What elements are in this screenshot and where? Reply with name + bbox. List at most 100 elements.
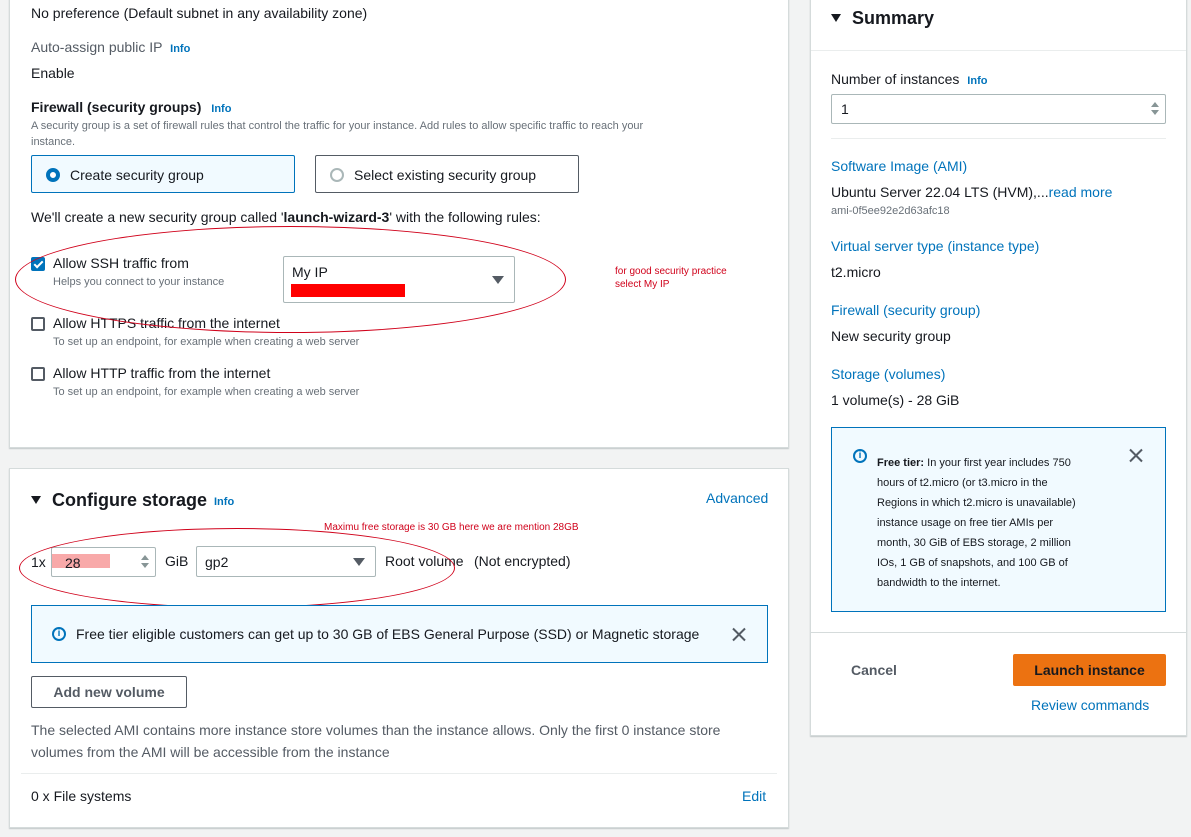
free-tier-line: IOs, 1 GB of snapshots, and 100 GB of [877,557,1068,569]
free-tier-summary-alert: i Free tier: In your first year includes… [831,427,1166,612]
encryption-status: (Not encrypted) [474,553,571,569]
free-tier-line: instance usage on free tier AMIs per [877,517,1054,529]
create-sg-label: Create security group [70,167,204,183]
close-icon[interactable] [732,627,746,641]
firewall-label: Firewall (security groups) Info [31,99,231,115]
volume-size-input[interactable]: 28 [51,547,156,577]
select-existing-sg-label: Select existing security group [354,167,537,183]
storage-info-link[interactable]: Info [214,496,234,508]
auto-ip-value: Enable [31,65,75,81]
select-existing-sg-radio[interactable] [330,168,344,182]
file-systems-edit-link[interactable]: Edit [742,788,766,804]
firewall-label-text: Firewall (security groups) [31,99,202,115]
ami-value: Ubuntu Server 22.04 LTS (HVM),... [831,184,1049,200]
divider [811,50,1186,51]
stepper-icon[interactable] [1149,99,1161,118]
create-sg-radio[interactable] [46,168,60,182]
firewall-info-link[interactable]: Info [211,103,231,115]
auto-ip-label: Auto-assign public IP Info [31,39,190,55]
instances-label-text: Number of instances [831,71,960,87]
free-tier-line: month, 30 GiB of EBS storage, 2 million [877,537,1071,549]
annotation-line1: for good security practice [615,266,727,277]
add-new-volume-button[interactable]: Add new volume [31,676,187,708]
firewall-summary-value: New security group [831,328,951,344]
free-tier-line: bandwidth to the internet. [877,577,1001,589]
review-commands-link[interactable]: Review commands [1031,697,1149,713]
https-desc: To set up an endpoint, for example when … [53,336,360,348]
instance-type-link[interactable]: Virtual server type (instance type) [831,238,1039,254]
free-tier-storage-alert: i Free tier eligible customers can get u… [31,605,768,663]
instances-input[interactable]: 1 [831,94,1166,124]
sg-rules-intro: We'll create a new security group called… [31,209,541,225]
redaction-highlight [52,554,110,568]
sg-name: launch-wizard-3 [283,209,390,225]
annotation-line2: select My IP [615,279,670,290]
firewall-summary-link[interactable]: Firewall (security group) [831,302,980,318]
select-existing-sg-option[interactable]: Select existing security group [315,155,579,193]
volume-type-select[interactable]: gp2 [196,546,376,577]
http-label: Allow HTTP traffic from the internet [53,365,271,381]
annotation-storage: Maximu free storage is 30 GB here we are… [324,522,579,533]
free-tier-line: hours of t2.micro (or t3.micro in the [877,477,1048,489]
ami-link[interactable]: Software Image (AMI) [831,158,967,174]
storage-summary-value: 1 volume(s) - 28 GiB [831,392,960,408]
divider [811,632,1186,633]
firewall-desc-line1: A security group is a set of firewall ru… [31,120,644,132]
http-checkbox[interactable] [31,367,45,381]
info-circle-icon: i [853,449,867,463]
chevron-down-icon [492,276,504,284]
info-circle-icon: i [52,627,66,641]
ami-id: ami-0f5ee92e2d63afc18 [831,205,950,217]
subnet-value: No preference (Default subnet in any ava… [31,5,368,21]
ssh-source-value: My IP [292,264,328,280]
volume-type-value: gp2 [205,554,229,570]
collapse-triangle-icon[interactable] [31,496,41,504]
ssh-checkbox[interactable] [31,257,45,271]
volume-unit: GiB [165,553,189,569]
https-checkbox[interactable] [31,317,45,331]
configure-storage-panel: Configure storage Info Advanced Maximu f… [9,468,789,828]
http-desc: To set up an endpoint, for example when … [53,386,360,398]
annotation-security: for good security practice select My IP [615,265,727,291]
auto-ip-label-text: Auto-assign public IP [31,39,163,55]
instance-store-note-line2: volumes from the AMI will be accessible … [31,744,390,760]
ami-value-row: Ubuntu Server 22.04 LTS (HVM),...read mo… [831,184,1112,200]
sg-rules-prefix: We'll create a new security group called… [31,209,284,225]
instances-info-link[interactable]: Info [967,75,987,87]
instances-label: Number of instances Info [831,71,987,87]
cancel-button[interactable]: Cancel [831,654,917,686]
volume-multiplier: 1x [31,554,46,570]
free-tier-line: Regions in which t2.micro is unavailable… [877,497,1076,509]
network-settings-panel: No preference (Default subnet in any ava… [9,0,789,448]
divider [831,138,1166,139]
firewall-desc-line2: instance. [31,136,76,148]
instance-type-value: t2.micro [831,264,881,280]
read-more-link[interactable]: read more [1049,184,1113,200]
storage-title: Configure storage [52,490,208,510]
redacted-ip-bar [291,284,405,297]
volume-size-value: 28 [65,555,81,571]
summary-panel: Summary Number of instances Info 1 Softw… [810,0,1187,736]
chevron-down-icon [353,558,365,566]
collapse-triangle-icon[interactable] [831,14,841,22]
root-volume-label: Root volume [385,553,464,569]
ssh-desc: Helps you connect to your instance [53,276,225,288]
file-systems-label: 0 x File systems [31,788,132,804]
free-tier-line: In your first year includes 750 [924,457,1071,469]
https-label: Allow HTTPS traffic from the internet [53,315,280,331]
create-security-group-option[interactable]: Create security group [31,155,295,193]
auto-ip-info-link[interactable]: Info [170,43,190,55]
storage-summary-link[interactable]: Storage (volumes) [831,366,945,382]
alert-text: Free tier eligible customers can get up … [76,626,700,642]
divider [21,773,777,774]
launch-instance-button[interactable]: Launch instance [1013,654,1166,686]
stepper-icon[interactable] [139,552,151,571]
free-tier-bold: Free tier: [877,457,925,469]
advanced-link[interactable]: Advanced [706,490,768,506]
instance-store-note-line1: The selected AMI contains more instance … [31,722,721,738]
sg-rules-suffix: ' with the following rules: [389,209,541,225]
free-tier-text: Free tier: In your first year includes 7… [877,453,1117,593]
close-icon[interactable] [1129,448,1143,462]
summary-title: Summary [852,8,935,28]
ssh-source-select[interactable]: My IP [283,256,515,303]
